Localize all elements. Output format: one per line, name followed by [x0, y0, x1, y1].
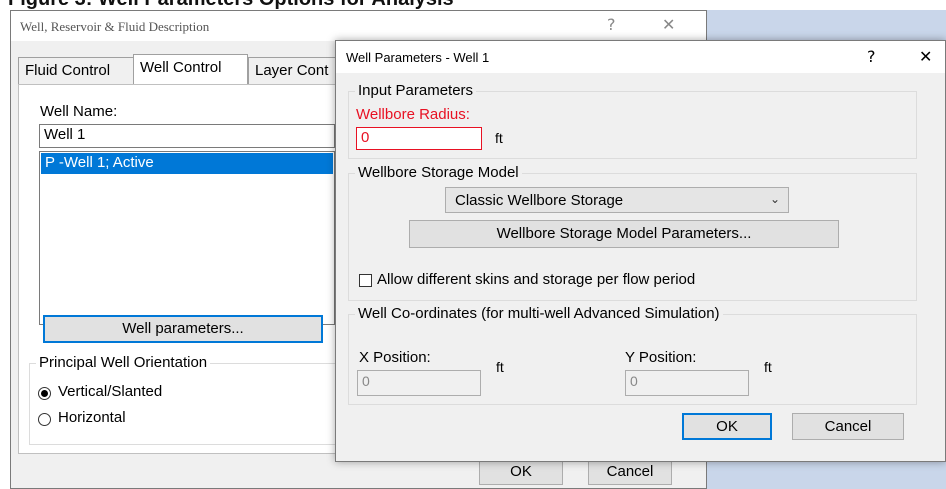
inner-close-button[interactable]: ✕: [919, 47, 932, 66]
storage-model-parameters-button[interactable]: Wellbore Storage Model Parameters...: [409, 220, 839, 248]
horizontal-radio[interactable]: [38, 413, 51, 426]
storage-model-selected: Classic Wellbore Storage: [455, 192, 624, 209]
inner-cancel-button[interactable]: Cancel: [792, 413, 904, 440]
well-list[interactable]: P -Well 1; Active: [39, 151, 335, 325]
outer-title-bar: Well, Reservoir & Fluid Description ? ✕: [11, 11, 706, 41]
y-position-input[interactable]: 0: [625, 370, 749, 396]
tab-fluid-control[interactable]: Fluid Control: [18, 57, 134, 84]
well-coordinates-label: Well Co-ordinates (for multi-well Advanc…: [355, 305, 723, 322]
wellbore-radius-input[interactable]: 0: [356, 127, 482, 150]
x-position-unit: ft: [496, 359, 504, 375]
chevron-down-icon: ⌄: [769, 192, 780, 206]
allow-different-checkbox[interactable]: [359, 274, 372, 287]
well-list-item[interactable]: P -Well 1; Active: [41, 153, 333, 174]
wellbore-radius-label: Wellbore Radius:: [356, 106, 470, 123]
inner-ok-button[interactable]: OK: [682, 413, 772, 440]
outer-cancel-button[interactable]: Cancel: [588, 459, 672, 485]
tab-layer-control[interactable]: Layer Cont: [248, 57, 348, 84]
wellbore-storage-group: Wellbore Storage Model Classic Wellbore …: [348, 164, 917, 301]
well-name-label: Well Name:: [40, 103, 118, 120]
well-coordinates-group: Well Co-ordinates (for multi-well Advanc…: [348, 305, 917, 405]
outer-dialog-title: Well, Reservoir & Fluid Description: [20, 19, 210, 34]
input-parameters-label: Input Parameters: [355, 82, 477, 99]
inner-dialog-title: Well Parameters - Well 1: [346, 50, 490, 65]
outer-help-button[interactable]: ?: [607, 15, 616, 34]
y-position-unit: ft: [764, 359, 772, 375]
outer-close-button[interactable]: ✕: [662, 15, 675, 34]
vertical-slanted-radio[interactable]: [38, 387, 51, 400]
wellbore-storage-label: Wellbore Storage Model: [355, 164, 522, 181]
vertical-slanted-label: Vertical/Slanted: [58, 383, 163, 400]
storage-model-select[interactable]: Classic Wellbore Storage ⌄: [445, 187, 789, 213]
well-parameters-button[interactable]: Well parameters...: [43, 315, 323, 343]
outer-ok-button[interactable]: OK: [479, 459, 563, 485]
wellbore-radius-unit: ft: [495, 130, 503, 146]
horizontal-label: Horizontal: [58, 409, 126, 426]
orientation-group: Principal Well Orientation Vertical/Slan…: [29, 354, 359, 445]
allow-different-label: Allow different skins and storage per fl…: [377, 271, 696, 288]
well-name-input[interactable]: Well 1: [39, 124, 335, 148]
well-parameters-dialog: Well Parameters - Well 1 ? ✕ Input Param…: [335, 40, 946, 462]
inner-title-bar: Well Parameters - Well 1 ? ✕: [336, 41, 945, 73]
inner-help-button[interactable]: ?: [867, 47, 876, 66]
x-position-label: X Position:: [359, 349, 431, 366]
y-position-label: Y Position:: [625, 349, 697, 366]
input-parameters-group: Input Parameters Wellbore Radius: 0 ft: [348, 82, 917, 159]
tab-well-control[interactable]: Well Control: [133, 54, 248, 84]
orientation-group-label: Principal Well Orientation: [36, 354, 211, 371]
x-position-input[interactable]: 0: [357, 370, 481, 396]
